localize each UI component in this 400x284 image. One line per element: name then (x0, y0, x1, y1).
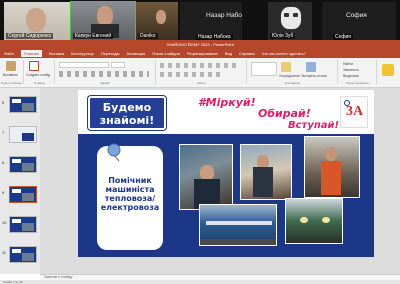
font-format-buttons[interactable] (59, 71, 149, 77)
participant-name: Сергей Сидоренко (6, 33, 54, 39)
paragraph-group: Абзац (157, 60, 247, 85)
tab-slideshow[interactable]: Показ слайдов (152, 51, 180, 56)
slide-thumbnail[interactable] (9, 216, 37, 233)
photo-mechanic[interactable] (304, 136, 360, 198)
participant-name: Капкун Евгений (73, 33, 114, 39)
participant-name: София (346, 12, 367, 19)
editing-group-name: Редактирование (346, 81, 369, 85)
status-bar: Слайд 7 из 13 (0, 280, 400, 284)
slides-group-name: Слайды (33, 81, 46, 85)
align-buttons[interactable] (160, 72, 220, 77)
participant-tile[interactable]: Сергей Сидоренко (4, 2, 70, 40)
tab-help[interactable]: Справка (239, 51, 255, 56)
thumb-number: 8 (2, 160, 5, 165)
thumb-number: 10 (2, 220, 7, 225)
new-slide-label: Создать слайд (26, 73, 51, 77)
participant-name: Назар Набока (206, 12, 242, 19)
slide-editor: Будемо знайомі! #Міркуй! Обирай! Вступай… (40, 88, 400, 274)
notes-placeholder: Заметки к слайду (44, 275, 73, 279)
replace-button[interactable]: Заменить (343, 68, 359, 72)
thumb-number: 11 (2, 250, 7, 255)
paragraph-buttons[interactable] (160, 63, 240, 68)
slide-thumbnail[interactable] (9, 246, 37, 263)
select-button[interactable]: Выделить (343, 74, 359, 78)
participant-tile-active[interactable]: Капкун Евгений (70, 1, 136, 41)
tab-home[interactable]: Главная (20, 50, 43, 57)
font-name-box[interactable] (59, 62, 109, 68)
slide-thumbnail-pane: 6 7 8 9 10 11 (0, 88, 40, 274)
shapes-gallery[interactable] (251, 62, 277, 76)
participant-tile[interactable]: София (333, 28, 373, 40)
tell-me-search[interactable]: Что вы хотите сделать? (262, 51, 306, 56)
logo-text: 3А (346, 104, 364, 119)
thumb-number: 7 (2, 130, 5, 135)
thumb-number: 6 (2, 100, 5, 105)
slide-heading: Будемо знайомі! (99, 101, 155, 127)
paragraph-group-name: Абзац (197, 81, 206, 85)
new-slide-icon[interactable] (29, 61, 39, 71)
tab-view[interactable]: Вид (225, 51, 232, 56)
profession-title: Помічник машиніста тепловоза/ електровоз… (100, 176, 160, 212)
tab-transitions[interactable]: Переходы (101, 51, 120, 56)
font-size-box[interactable] (111, 62, 125, 68)
photo-locomotive-workers[interactable] (240, 144, 292, 200)
participant-tile[interactable]: Daniko (136, 2, 178, 40)
paste-label: Вставить (3, 73, 18, 77)
slide-thumbnail[interactable] (9, 126, 37, 143)
font-group: Шрифт (56, 60, 156, 85)
editing-group: Найти Заменить Выделить Редактирование (339, 60, 377, 85)
video-strip: Сергей Сидоренко Капкун Евгений Daniko Н… (0, 0, 400, 41)
screen: Сергей Сидоренко Капкун Евгений Daniko Н… (0, 0, 400, 284)
tab-animations[interactable]: Анимация (127, 51, 146, 56)
quick-styles-label: Экспресс-стили (301, 74, 327, 78)
slogan-3: Вступай! (288, 120, 340, 131)
window-title: ЗНАЙОМО ЙОМУ 2023 - PowerPoint (166, 42, 234, 47)
slide-thumbnail-selected[interactable] (9, 186, 37, 203)
designer-icon[interactable] (382, 64, 394, 76)
tab-insert[interactable]: Вставка (49, 51, 64, 56)
clipboard-group: Вставить Буфер обмена (0, 60, 24, 85)
arrange-icon[interactable] (281, 62, 291, 72)
ribbon: Вставить Буфер обмена Создать слайд Слай… (0, 58, 400, 88)
tab-design[interactable]: Конструктор (71, 51, 94, 56)
find-button[interactable]: Найти (343, 62, 353, 66)
photo-green-locomotive[interactable] (285, 198, 343, 244)
photo-cab-driver[interactable] (179, 144, 233, 210)
font-group-name: Шрифт (100, 81, 111, 85)
slide-thumbnail[interactable] (9, 96, 37, 113)
thumb-number: 9 (2, 190, 5, 195)
photo-blue-train[interactable] (199, 204, 277, 246)
push-pin-icon (107, 143, 121, 162)
tab-file[interactable]: Файл (4, 51, 14, 56)
ribbon-tabs: Файл Главная Вставка Конструктор Переход… (0, 49, 400, 58)
drawing-group-name: Рисование (284, 81, 301, 85)
slogan-2: Обирай! (258, 107, 311, 120)
paste-icon[interactable] (6, 61, 16, 71)
current-slide[interactable]: Будемо знайомі! #Міркуй! Обирай! Вступай… (78, 90, 374, 257)
title-bar: ЗНАЙОМО ЙОМУ 2023 - PowerPoint (0, 40, 400, 49)
slide-thumbnail[interactable] (9, 156, 37, 173)
participant-name: Юлія Зуб (270, 33, 296, 39)
participant-tile[interactable]: Юлія Зуб (268, 2, 312, 40)
slide-heading-box[interactable]: Будемо знайомі! (88, 96, 166, 130)
slides-group: Создать слайд Слайды (25, 60, 55, 85)
arrange-label: Упорядочить (279, 74, 300, 78)
tab-review[interactable]: Рецензирование (187, 51, 218, 56)
quick-styles-icon[interactable] (306, 62, 316, 72)
participant-name: Daniko (138, 33, 158, 39)
participant-tile[interactable]: Назар Набока (196, 28, 244, 40)
slide-counter: Слайд 7 из 13 (3, 280, 23, 284)
drawing-group: Упорядочить Экспресс-стили Рисование (248, 60, 338, 85)
powerpoint-window: ЗНАЙОМО ЙОМУ 2023 - PowerPoint Файл Глав… (0, 40, 400, 284)
school-logo: 3А (340, 96, 368, 128)
clipboard-group-name: Буфер обмена (1, 81, 22, 85)
slogan-1: #Міркуй! (198, 96, 256, 109)
